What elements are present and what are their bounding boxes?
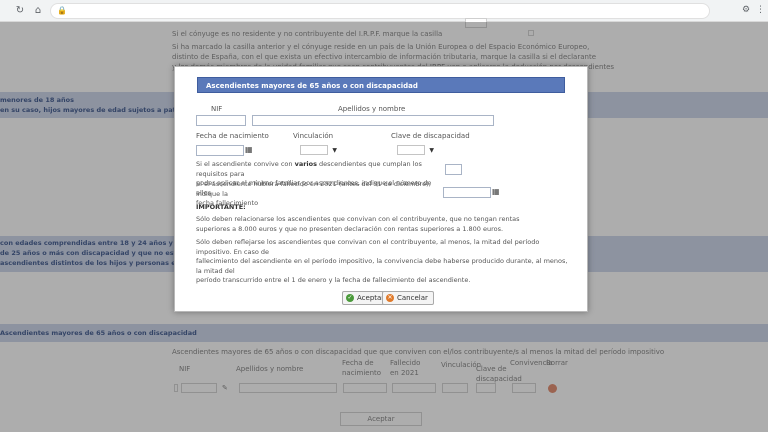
- browser-toolbar: ↻ ⌂ 🔒 ⚙ ⋮: [0, 0, 768, 22]
- nif-label: NIF: [211, 105, 223, 113]
- menu-icon[interactable]: ⋮: [756, 5, 765, 15]
- ascendientes-dialog: Ascendientes mayores de 65 años o con di…: [174, 66, 588, 312]
- fallecido-line1: Si el ascendiente hubiera fallecido en 2…: [196, 180, 431, 198]
- para1-line2: superiores a 8.000 euros y que no presen…: [196, 224, 504, 233]
- clave-discapacidad-select[interactable]: ▼: [397, 145, 434, 155]
- vinculacion-select[interactable]: ▼: [300, 145, 337, 155]
- cancel-label: Cancelar: [397, 294, 428, 302]
- cancel-icon: ✕: [386, 294, 394, 302]
- para1-line1: Sólo deben relacionarse los ascendientes…: [196, 215, 520, 223]
- importante-para-1: Sólo deben relacionarse los ascendientes…: [196, 215, 568, 234]
- accept-label: Aceptar: [357, 294, 385, 302]
- para2-line2: fallecimiento del ascendiente en el perí…: [196, 257, 568, 275]
- para2-line1: Sólo deben reflejarse los ascendientes q…: [196, 238, 540, 256]
- calendar-icon[interactable]: ▦: [492, 187, 500, 197]
- settings-icon[interactable]: ⚙: [742, 5, 750, 15]
- lock-icon: 🔒: [57, 6, 67, 15]
- convive-bold: varios: [294, 160, 317, 168]
- importante-heading: IMPORTANTE:: [196, 203, 246, 211]
- convive-pre: Si el ascendiente convive con: [196, 160, 295, 168]
- vinculacion-label: Vinculación: [293, 132, 334, 140]
- para2-line3: período transcurrido entre el 1 de enero…: [196, 276, 471, 284]
- calendar-icon[interactable]: ▦: [245, 145, 253, 155]
- nombre-label: Apellidos y nombre: [338, 105, 406, 113]
- fecha-nacimiento-input[interactable]: [196, 145, 244, 156]
- chevron-down-icon: ▼: [332, 147, 337, 154]
- fecha-nacimiento-label: Fecha de nacimiento: [196, 132, 269, 140]
- nombre-input[interactable]: [252, 115, 494, 126]
- clave-discapacidad-label: Clave de discapacidad: [391, 132, 470, 140]
- importante-para-2: Sólo deben reflejarse los ascendientes q…: [196, 238, 568, 286]
- home-icon[interactable]: ⌂: [32, 5, 44, 17]
- fecha-fallecimiento-input[interactable]: [443, 187, 491, 198]
- numero-descendientes-input[interactable]: [445, 164, 462, 175]
- nif-input[interactable]: [196, 115, 246, 126]
- check-icon: ✓: [346, 294, 354, 302]
- dialog-title: Ascendientes mayores de 65 años o con di…: [197, 77, 565, 93]
- cancel-button[interactable]: ✕ Cancelar: [382, 291, 434, 305]
- reload-icon[interactable]: ↻: [14, 5, 26, 17]
- address-bar[interactable]: 🔒: [50, 3, 710, 19]
- chevron-down-icon: ▼: [429, 147, 434, 154]
